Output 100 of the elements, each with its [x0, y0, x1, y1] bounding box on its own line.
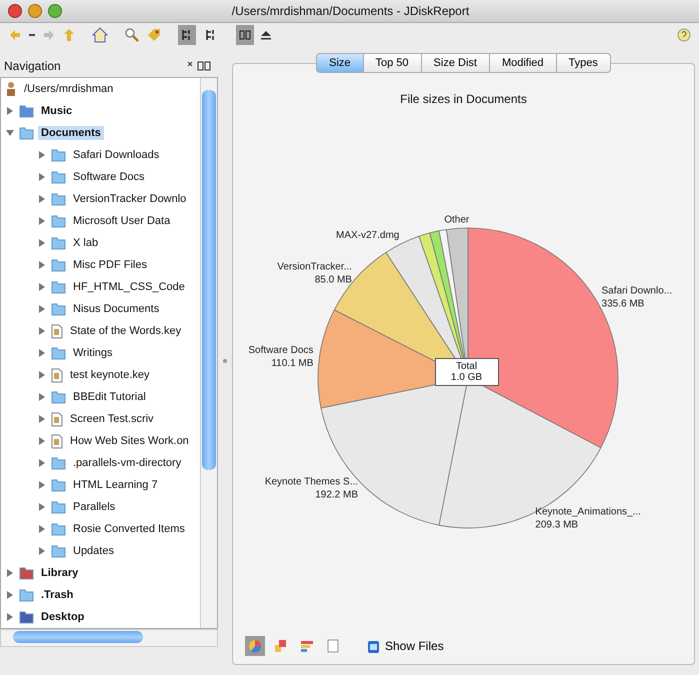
- document-icon: [51, 368, 63, 382]
- slice-value: 110.1 MB: [270, 358, 313, 369]
- collapsed-triangle-icon[interactable]: [37, 326, 47, 336]
- folder-icon: [51, 214, 66, 228]
- folder-icon: [51, 192, 66, 206]
- size-units-button[interactable]: [236, 25, 254, 45]
- collapsed-triangle-icon[interactable]: [37, 348, 47, 358]
- tree-item[interactable]: BBEdit Tutorial: [70, 390, 149, 404]
- collapsed-triangle-icon[interactable]: [37, 282, 47, 292]
- slice-label: Keynote_Animations_...: [534, 506, 640, 518]
- slice-value: 209.3 MB: [534, 520, 578, 531]
- tree-item[interactable]: VersionTracker Downlo: [70, 192, 190, 206]
- collapsed-triangle-icon[interactable]: [37, 480, 47, 490]
- collapsed-triangle-icon[interactable]: [37, 436, 47, 446]
- tree-item[interactable]: Misc PDF Files: [70, 258, 150, 272]
- tree-item[interactable]: Parallels: [70, 500, 118, 514]
- collapsed-triangle-icon[interactable]: [5, 590, 15, 600]
- zoom-button[interactable]: [48, 4, 62, 18]
- tab[interactable]: Size: [316, 53, 364, 73]
- collapsed-triangle-icon[interactable]: [37, 414, 47, 424]
- pie-chart-icon[interactable]: [245, 636, 265, 656]
- window-title: /Users/mrdishman/Documents - JDiskReport: [230, 4, 470, 18]
- splitter-handle[interactable]: [223, 359, 227, 363]
- collapsed-triangle-icon[interactable]: [37, 524, 47, 534]
- tree-item[interactable]: Safari Downloads: [70, 148, 162, 162]
- folder-icon: [51, 456, 66, 470]
- slice-value: 192.2 MB: [314, 490, 358, 501]
- collapsed-triangle-icon[interactable]: [5, 106, 15, 116]
- folder-icon: [51, 280, 66, 294]
- tree-item[interactable]: Screen Test.scriv: [67, 412, 157, 426]
- tag-icon[interactable]: [146, 27, 162, 43]
- home-icon[interactable]: [92, 27, 108, 43]
- document-icon: [51, 412, 63, 426]
- folder-icon: [51, 346, 66, 360]
- expanded-triangle-icon[interactable]: [5, 128, 15, 138]
- tree-item[interactable]: X lab: [70, 236, 102, 250]
- tab[interactable]: Modified: [490, 53, 557, 73]
- tree-item[interactable]: Desktop: [38, 610, 88, 624]
- collapsed-triangle-icon[interactable]: [37, 150, 47, 160]
- tab[interactable]: Top 50: [364, 53, 422, 73]
- tree-item[interactable]: HTML Learning 7: [70, 478, 161, 492]
- folder-icon: [19, 610, 34, 624]
- tree-item[interactable]: Documents: [38, 126, 104, 140]
- collapsed-triangle-icon[interactable]: [37, 370, 47, 380]
- tree-item[interactable]: .Trash: [38, 588, 76, 602]
- folder-icon: [19, 104, 34, 118]
- tree-item[interactable]: HF_HTML_CSS_Code: [70, 280, 188, 294]
- collapsed-triangle-icon[interactable]: [37, 172, 47, 182]
- tree-item[interactable]: Updates: [70, 544, 117, 558]
- minimize-button[interactable]: [28, 4, 42, 18]
- collapsed-triangle-icon[interactable]: [5, 568, 15, 578]
- two-panes-icon: [238, 28, 252, 42]
- tree-item[interactable]: .parallels-vm-directory: [70, 456, 184, 470]
- slice-label: VersionTracker...: [276, 262, 352, 273]
- tree-item[interactable]: Library: [38, 566, 82, 580]
- slice-label: Software Docs: [248, 345, 313, 356]
- slice-value: 335.6 MB: [601, 298, 644, 310]
- tab[interactable]: Types: [556, 53, 611, 73]
- tree-view-button[interactable]: [178, 25, 196, 45]
- folder-icon: [51, 500, 66, 514]
- tree-item[interactable]: Music: [38, 104, 76, 118]
- folder-icon: [51, 478, 66, 492]
- tree-item[interactable]: Microsoft User Data: [70, 214, 174, 228]
- tree-item[interactable]: /Users/mrdishman: [21, 82, 116, 96]
- collapsed-triangle-icon[interactable]: [37, 216, 47, 226]
- collapsed-triangle-icon[interactable]: [37, 238, 47, 248]
- collapsed-triangle-icon[interactable]: [37, 304, 47, 314]
- collapsed-triangle-icon[interactable]: [5, 612, 15, 622]
- close-button[interactable]: [8, 4, 22, 18]
- eject-icon[interactable]: [260, 29, 272, 41]
- horizontal-scrollbar[interactable]: [0, 629, 218, 647]
- folder-icon: [19, 588, 34, 602]
- user-home-icon: [5, 81, 17, 97]
- help-icon[interactable]: [677, 28, 691, 42]
- collapsed-triangle-icon[interactable]: [37, 458, 47, 468]
- slice-label: Keynote Themes S...: [264, 476, 358, 488]
- collapsed-triangle-icon[interactable]: [37, 502, 47, 512]
- tree-item[interactable]: Nisus Documents: [70, 302, 162, 316]
- total-value: 1.0 GB: [450, 372, 482, 383]
- collapse-icon[interactable]: [186, 60, 212, 72]
- collapsed-triangle-icon[interactable]: [37, 194, 47, 204]
- navigation-title: Navigation: [4, 59, 61, 73]
- collapsed-triangle-icon[interactable]: [37, 260, 47, 270]
- tree-item[interactable]: Rosie Converted Items: [70, 522, 188, 536]
- search-icon[interactable]: [124, 27, 140, 43]
- collapsed-triangle-icon[interactable]: [37, 392, 47, 402]
- tree-item[interactable]: How Web Sites Work.on: [67, 434, 192, 448]
- collapsed-triangle-icon[interactable]: [37, 546, 47, 556]
- slice-value: 85.0 MB: [314, 274, 352, 286]
- vertical-scrollbar[interactable]: [200, 78, 217, 628]
- tab[interactable]: Size Dist: [422, 53, 490, 73]
- slice-label: MAX-v27.dmg: [336, 230, 399, 241]
- folder-icon: [51, 258, 66, 272]
- tree-item[interactable]: test keynote.key: [67, 368, 152, 382]
- tree-item[interactable]: Software Docs: [70, 170, 148, 184]
- document-icon: [51, 324, 63, 338]
- folder-icon: [51, 236, 66, 250]
- tree-item[interactable]: State of the Words.key: [67, 324, 184, 338]
- show-files-button[interactable]: Show Files: [367, 638, 444, 654]
- tree-item[interactable]: Writings: [70, 346, 116, 360]
